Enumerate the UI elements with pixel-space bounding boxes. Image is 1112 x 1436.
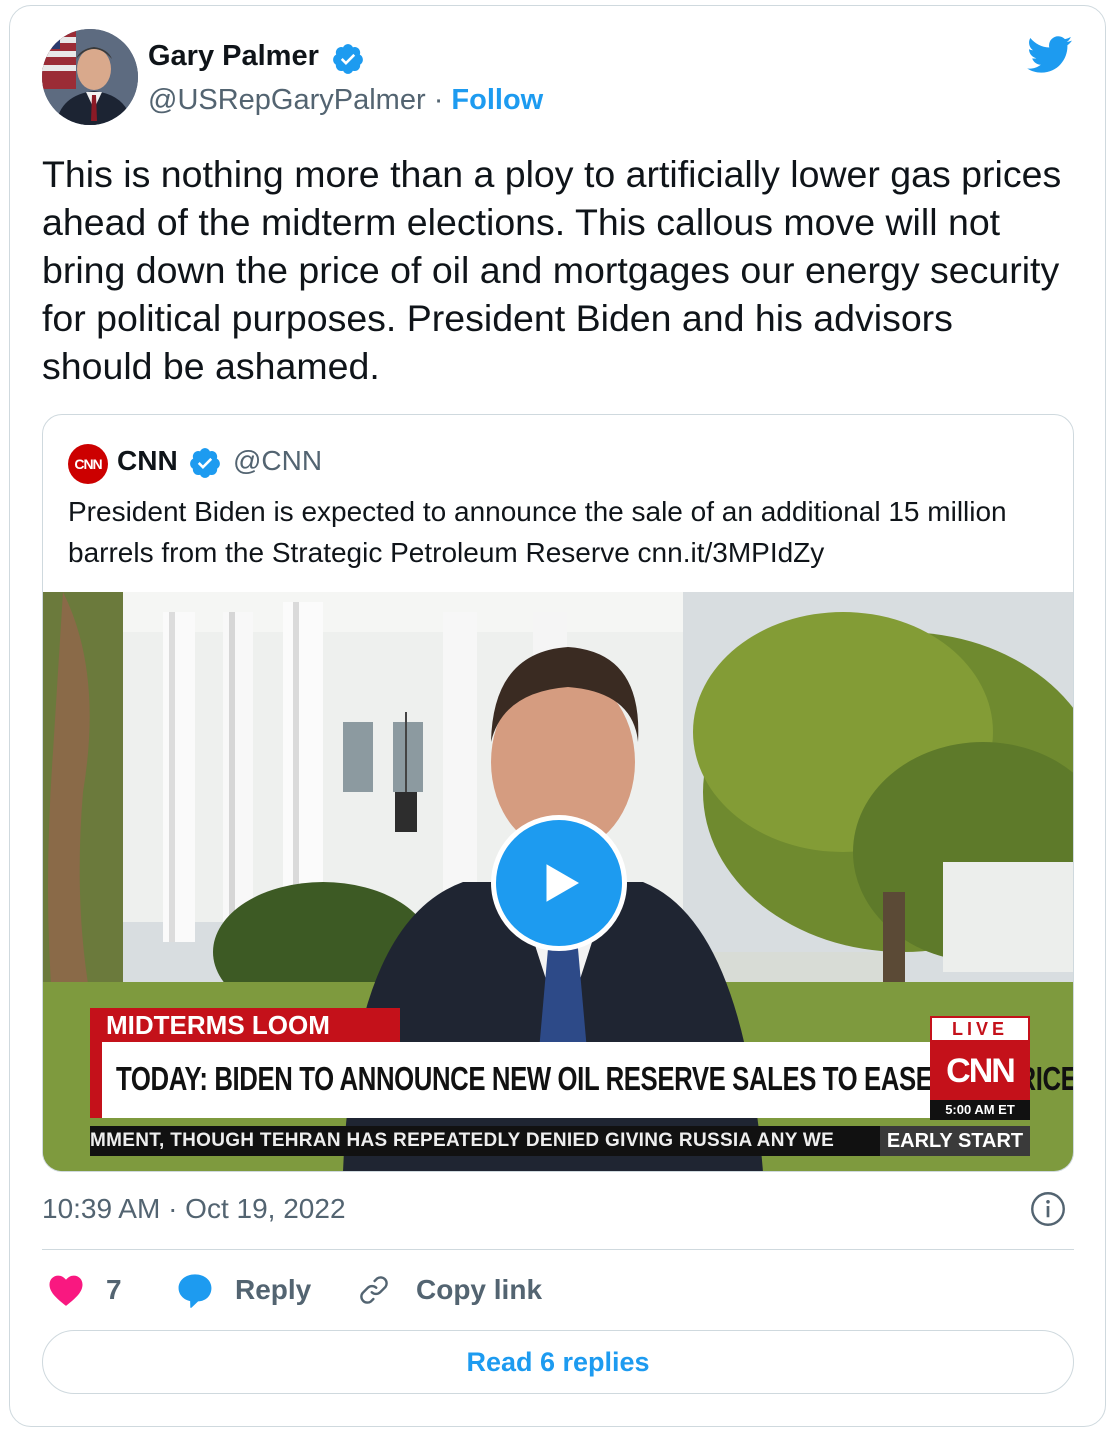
show-name: EARLY START — [880, 1126, 1030, 1156]
tweet-text: This is nothing more than a ploy to arti… — [42, 153, 1062, 387]
news-ticker: MMENT, THOUGH TEHRAN HAS REPEATEDLY DENI… — [90, 1126, 1030, 1156]
network-logo: CNN — [930, 1042, 1030, 1100]
ticker-text: MMENT, THOUGH TEHRAN HAS REPEATEDLY DENI… — [90, 1130, 835, 1151]
follow-button[interactable]: Follow — [451, 84, 543, 116]
author-handle-row: @USRepGaryPalmer · Follow — [148, 84, 543, 117]
author-display-name[interactable]: Gary Palmer — [148, 40, 319, 73]
lower-third-tag: MIDTERMS LOOM — [90, 1008, 400, 1042]
live-label: LIVE — [930, 1016, 1030, 1042]
copy-link-label: Copy link — [416, 1274, 543, 1305]
tweet-timestamp[interactable]: 10:39 AM · Oct 19, 2022 — [42, 1193, 346, 1225]
action-bar: 7 Reply Copy link — [42, 1268, 1074, 1312]
cnn-avatar: CNN — [68, 444, 108, 484]
divider — [42, 1249, 1074, 1250]
speech-bubble-icon — [178, 1274, 212, 1308]
link-icon — [360, 1276, 388, 1304]
reply-button[interactable]: Reply — [176, 1268, 311, 1312]
play-icon — [546, 864, 579, 902]
video-player[interactable]: MIDTERMS LOOM TODAY: BIDEN TO ANNOUNCE N… — [43, 592, 1073, 1171]
heart-icon — [49, 1275, 83, 1306]
like-button[interactable]: 7 — [48, 1268, 122, 1312]
quoted-display-name: CNN — [117, 445, 178, 476]
quoted-tweet[interactable]: CNN CNN @CNN President Biden is expected… — [42, 414, 1074, 1172]
verified-badge-icon — [333, 44, 363, 74]
twitter-bird-icon[interactable] — [1027, 36, 1073, 74]
quoted-handle: @CNN — [233, 445, 323, 476]
play-button[interactable] — [491, 815, 627, 951]
lower-third-headline-box: TODAY: BIDEN TO ANNOUNCE NEW OIL RESERVE… — [90, 1042, 1073, 1118]
like-count: 7 — [106, 1274, 122, 1305]
broadcast-time: 5:00 AM ET — [930, 1100, 1030, 1120]
copy-link-button[interactable]: Copy link — [356, 1268, 542, 1312]
read-replies-button[interactable]: Read 6 replies — [42, 1330, 1074, 1394]
reply-label: Reply — [235, 1274, 312, 1305]
verified-badge-icon — [190, 448, 220, 478]
quoted-tweet-text: President Biden is expected to announce … — [68, 496, 1007, 568]
info-icon[interactable] — [1030, 1191, 1066, 1227]
author-handle[interactable]: @USRepGaryPalmer — [148, 84, 426, 116]
separator-dot: · — [433, 84, 444, 116]
author-avatar[interactable] — [42, 29, 138, 125]
